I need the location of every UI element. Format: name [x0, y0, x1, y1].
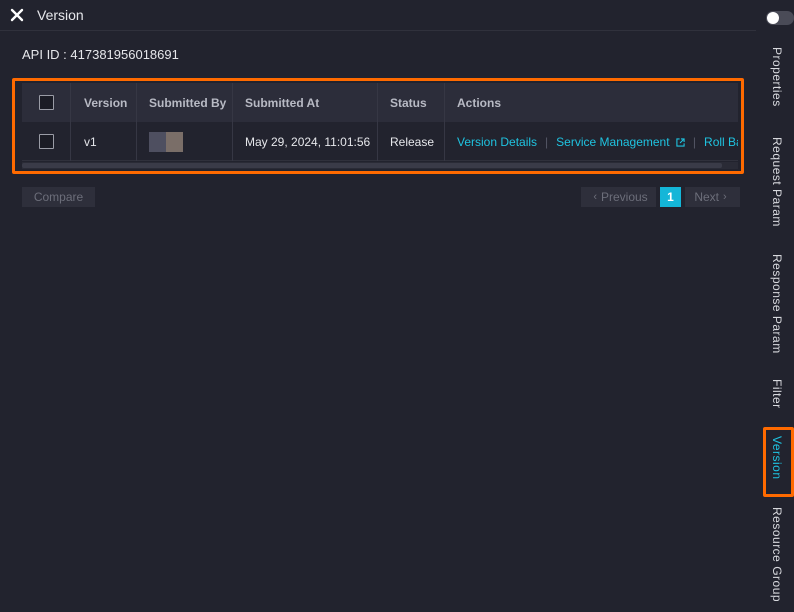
version-panel: Version API ID : 417381956018691 Version… — [0, 0, 756, 612]
page-number-current[interactable]: 1 — [660, 187, 681, 207]
tab-properties[interactable]: Properties — [770, 47, 784, 107]
next-label: Next — [694, 190, 719, 204]
tab-resource-group[interactable]: Resource Group — [770, 507, 784, 602]
toggle-knob — [767, 12, 779, 24]
tab-response-param[interactable]: Response Param — [770, 254, 784, 354]
sidebar-toggle[interactable] — [766, 11, 794, 25]
chevron-left-icon: ‹ — [593, 191, 597, 203]
panel-title: Version — [37, 7, 84, 23]
tab-highlight-frame — [763, 427, 794, 497]
next-page-button[interactable]: Next › — [685, 187, 740, 207]
compare-button[interactable]: Compare — [22, 187, 95, 207]
tab-filter[interactable]: Filter — [770, 379, 784, 409]
table-highlight-frame — [12, 78, 744, 174]
panel-header: Version — [0, 0, 756, 31]
tab-request-param[interactable]: Request Param — [770, 137, 784, 227]
api-id-label: API ID : 417381956018691 — [22, 47, 179, 62]
right-sidebar: Properties Request Param Response Param … — [756, 0, 794, 612]
previous-label: Previous — [600, 190, 648, 204]
previous-page-button[interactable]: ‹ Previous — [581, 187, 656, 207]
chevron-right-icon: › — [723, 191, 727, 203]
close-icon[interactable] — [10, 8, 24, 22]
